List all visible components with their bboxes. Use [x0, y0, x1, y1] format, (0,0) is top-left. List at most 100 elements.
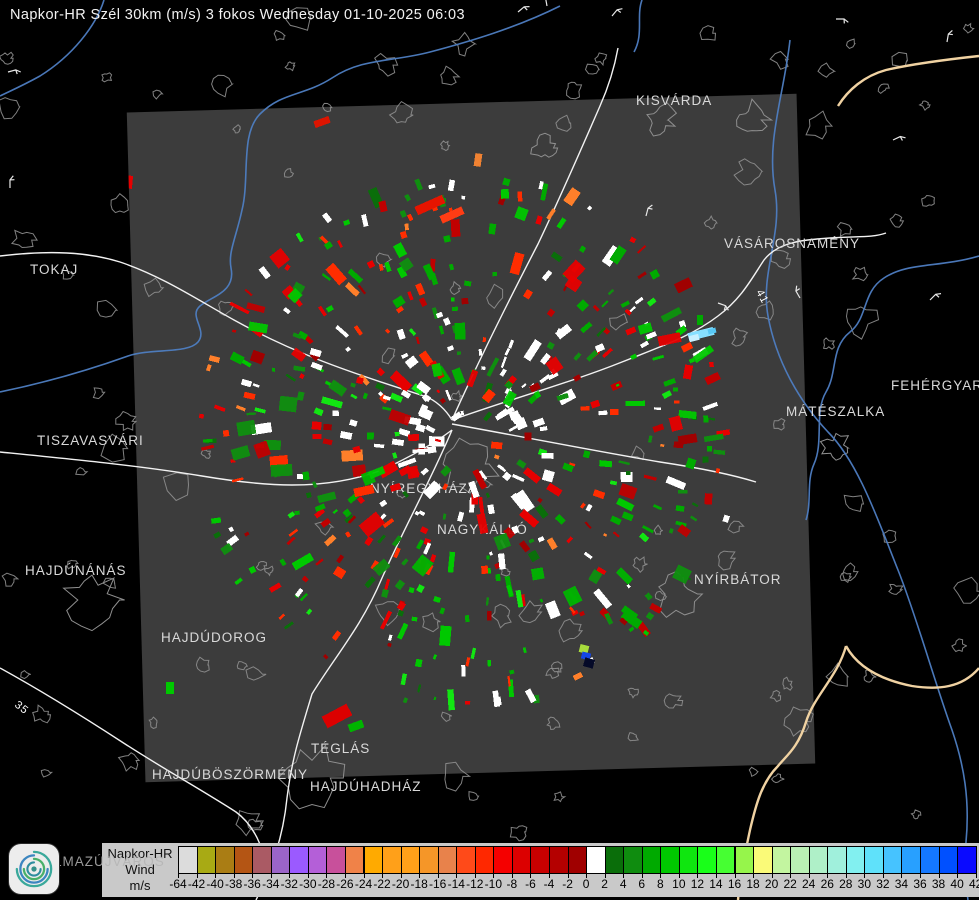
legend-color-box [363, 846, 384, 874]
legend-tick-label: -30 [299, 877, 317, 891]
legend-color-box [697, 846, 717, 874]
city-label-tiszavasvri: TISZAVASVÁRI [37, 433, 144, 448]
legend-tick-label: -24 [354, 877, 373, 891]
legend-color-box [178, 846, 198, 874]
legend-color-box [734, 846, 755, 874]
legend-color-box [920, 846, 940, 874]
legend-color-box [567, 846, 588, 874]
legend-tick-label: 2 [601, 877, 608, 891]
legend-tick-label: 24 [802, 877, 816, 891]
legend-color-box [641, 846, 662, 874]
legend-tick-label: 6 [638, 877, 646, 891]
legend-tick-label: 42 [968, 877, 979, 891]
legend-color-box [753, 846, 773, 874]
road-number-35: 35 [12, 699, 31, 717]
product-title: Napkor-HR Szél 30km (m/s) 3 fokos Wednes… [10, 7, 465, 23]
city-label-fehrgyarmat: FEHÉRGYARMAT [891, 378, 979, 393]
legend-tick-label: 0 [582, 877, 590, 891]
legend-color-box [604, 846, 625, 874]
legend-tick-label: -38 [224, 877, 243, 891]
legend-tick-label: 30 [857, 877, 872, 891]
legend-tick-label: 32 [876, 877, 890, 891]
city-label-balmazujvaros: LMAZÚJVÁROS [54, 854, 165, 869]
legend-color-box [270, 846, 291, 874]
legend-color-box [845, 846, 866, 874]
legend-color-box [474, 846, 495, 874]
legend-tick-label: 28 [839, 877, 853, 891]
legend-color-box [289, 846, 309, 874]
legend-tick-label: 14 [709, 877, 723, 891]
legend-tick-label: 8 [656, 877, 664, 891]
legend-tick-label: 12 [690, 877, 705, 891]
legend-panel: Napkor-HR Wind m/s -64 -42 -40 -38 -36 -34 -32… [102, 843, 979, 897]
legend-tick-label: -40 [206, 877, 224, 891]
legend-color-box [715, 846, 736, 874]
city-label-hajdnns: HAJDÚNÁNÁS [25, 563, 127, 578]
legend-color-box [215, 846, 235, 874]
legend-tick-label: 34 [894, 877, 909, 891]
legend-color-box [307, 846, 328, 874]
city-label-mtszalka: MÁTÉSZALKA [786, 404, 885, 419]
legend-color-box [419, 846, 439, 874]
cyclone-spiral-icon [15, 850, 53, 888]
legend-tick-label: -34 [262, 877, 280, 891]
legend-color-box [530, 846, 550, 874]
legend-tick-label: 10 [672, 877, 686, 891]
legend-color-box [233, 846, 254, 874]
legend-tick-label: -32 [280, 877, 298, 891]
legend-tick-label: 16 [727, 877, 742, 891]
legend-tick-label: -42 [187, 877, 206, 891]
legend-color-box [511, 846, 532, 874]
legend-color-box [660, 846, 680, 874]
legend-unit: m/s [129, 878, 151, 893]
legend-color-box [957, 846, 977, 874]
legend-tick-label: 20 [764, 877, 779, 891]
legend-tick-label: -16 [429, 877, 447, 891]
legend-tick-label: -6 [525, 877, 536, 891]
legend-color-box [901, 846, 921, 874]
legend-tick-label: -4 [543, 877, 555, 891]
city-label-hajdbszrmny: HAJDÚBÖSZÖRMÉNY [152, 767, 308, 782]
city-label-tokaj: TOKAJ [30, 262, 78, 277]
legend-color-box [827, 846, 847, 874]
city-label-kisvrda: KISVÁRDA [636, 93, 712, 108]
legend-tick-label: -14 [447, 877, 465, 891]
legend-color-box [252, 846, 272, 874]
radar-map: TOKAJ KISVÁRDA VÁSÁROSNAMÉNY FEHÉRGYARMAT MÁ… [0, 0, 979, 900]
legend-color-box [864, 846, 884, 874]
legend-color-box [456, 846, 476, 874]
city-label-hajddorog: HAJDÚDOROG [161, 630, 267, 645]
legend-tick-label: 18 [746, 877, 760, 891]
legend-color-box [400, 846, 421, 874]
legend-tick-label: -22 [373, 877, 391, 891]
legend-color-box [196, 846, 217, 874]
city-label-hajdhadhz: HAJDÚHADHÁZ [310, 779, 422, 794]
provider-logo[interactable] [9, 844, 59, 894]
legend-tick-label: 40 [950, 877, 964, 891]
legend-color-box [382, 846, 402, 874]
city-label-vsrosnamny: VÁSÁROSNAMÉNY [724, 236, 860, 251]
legend-color-box [808, 846, 829, 874]
legend-color-box [586, 846, 606, 874]
legend-color-box [882, 846, 903, 874]
legend-color-box [678, 846, 699, 874]
legend-color-box [623, 846, 643, 874]
legend-tick-label: 22 [783, 877, 797, 891]
legend-tick-label: 4 [619, 877, 627, 891]
city-label-nyrbtor: NYÍRBÁTOR [694, 572, 782, 587]
legend-tick-label: -18 [410, 877, 428, 891]
legend-tick-label: 26 [820, 877, 834, 891]
legend-color-box [344, 846, 365, 874]
legend-color-box [790, 846, 810, 874]
legend-tick-label: -28 [317, 877, 336, 891]
legend-tick-label: -2 [562, 877, 573, 891]
legend-tick-label: -20 [391, 877, 410, 891]
legend-tick-label: -64 [169, 877, 187, 891]
legend-tick-label: -12 [466, 877, 484, 891]
legend-tick-label: 38 [931, 877, 946, 891]
legend-tick-label: -36 [243, 877, 261, 891]
legend-color-box [493, 846, 513, 874]
legend-tick-label: -8 [506, 877, 518, 891]
legend-tick-label: 36 [913, 877, 927, 891]
legend-color-box [549, 846, 569, 874]
